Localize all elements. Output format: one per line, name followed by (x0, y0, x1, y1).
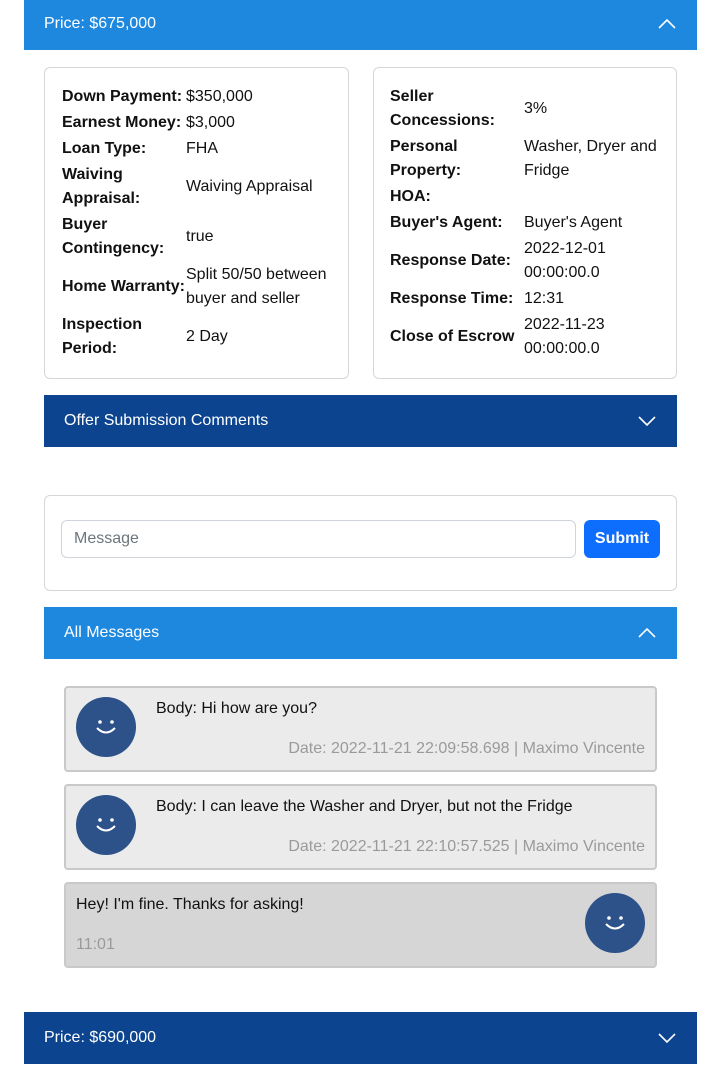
response-date-row: Response Date: 2022-12-01 00:00:00.0 (390, 240, 606, 281)
message-meta: Date: 2022-11-21 22:09:58.698 | Maximo V… (288, 740, 645, 757)
close-of-escrow-row: Close of Escrow 2022-11-23 00:00:00.0 (390, 316, 605, 357)
buyers-agent-row: Buyer's Agent: Buyer's Agent (390, 214, 623, 231)
message-body: Body: I can leave the Washer and Dryer, … (156, 798, 573, 815)
loan-type-row: Loan Type: FHA (62, 140, 218, 157)
comments-header-label: Offer Submission Comments (64, 412, 269, 429)
message-input[interactable] (61, 520, 576, 558)
messages-accordion-header[interactable]: All Messages (44, 607, 677, 659)
message-item-own: Hey! I'm fine. Thanks for asking! 11:01 (64, 882, 657, 968)
response-time-row: Response Time: 12:31 (390, 290, 565, 307)
offer-details-card: Seller Concessions: 3% Personal Property… (373, 67, 677, 379)
home-warranty-row: Home Warranty: Split 50/50 between buyer… (62, 266, 327, 307)
buyer-contingency-row: Buyer Contingency: true (62, 216, 214, 257)
message-body: Hey! I'm fine. Thanks for asking! (76, 896, 304, 913)
personal-property-row: Personal Property: Washer, Dryer and Fri… (390, 138, 657, 179)
offer-accordion-header[interactable]: Price: $675,000 (24, 0, 697, 50)
message-body: Body: Hi how are you? (156, 700, 317, 717)
comments-accordion-header[interactable]: Offer Submission Comments (44, 395, 677, 447)
earnest-money-row: Earnest Money: $3,000 (62, 114, 235, 131)
offer-price-label: Price: $675,000 (44, 15, 157, 32)
smiley-avatar-icon (585, 893, 645, 953)
down-payment-row: Down Payment: $350,000 (62, 88, 253, 105)
chevron-up-icon (657, 14, 677, 34)
smiley-avatar-icon (76, 795, 136, 855)
offer-accordion-header-2[interactable]: Price: $690,000 (24, 1012, 697, 1064)
smiley-avatar-icon (76, 697, 136, 757)
hoa-row: HOA: (390, 188, 431, 205)
submit-button[interactable]: Submit (584, 520, 660, 558)
seller-concessions-row: Seller Concessions: 3% (390, 88, 548, 129)
message-time: 11:01 (76, 936, 115, 953)
offer-price-label: Price: $690,000 (44, 1029, 157, 1046)
chevron-down-icon (657, 1028, 677, 1048)
waiving-appraisal-row: Waiving Appraisal: Waiving Appraisal (62, 166, 313, 207)
offer-terms-card: Down Payment: $350,000 Earnest Money: $3… (44, 67, 349, 379)
inspection-period-row: Inspection Period: 2 Day (62, 316, 228, 357)
message-item: Body: I can leave the Washer and Dryer, … (64, 784, 657, 870)
message-meta: Date: 2022-11-21 22:10:57.525 | Maximo V… (288, 838, 645, 855)
chevron-down-icon (637, 411, 657, 431)
messages-header-label: All Messages (64, 624, 160, 641)
chevron-up-icon (637, 623, 657, 643)
message-item: Body: Hi how are you? Date: 2022-11-21 2… (64, 686, 657, 772)
